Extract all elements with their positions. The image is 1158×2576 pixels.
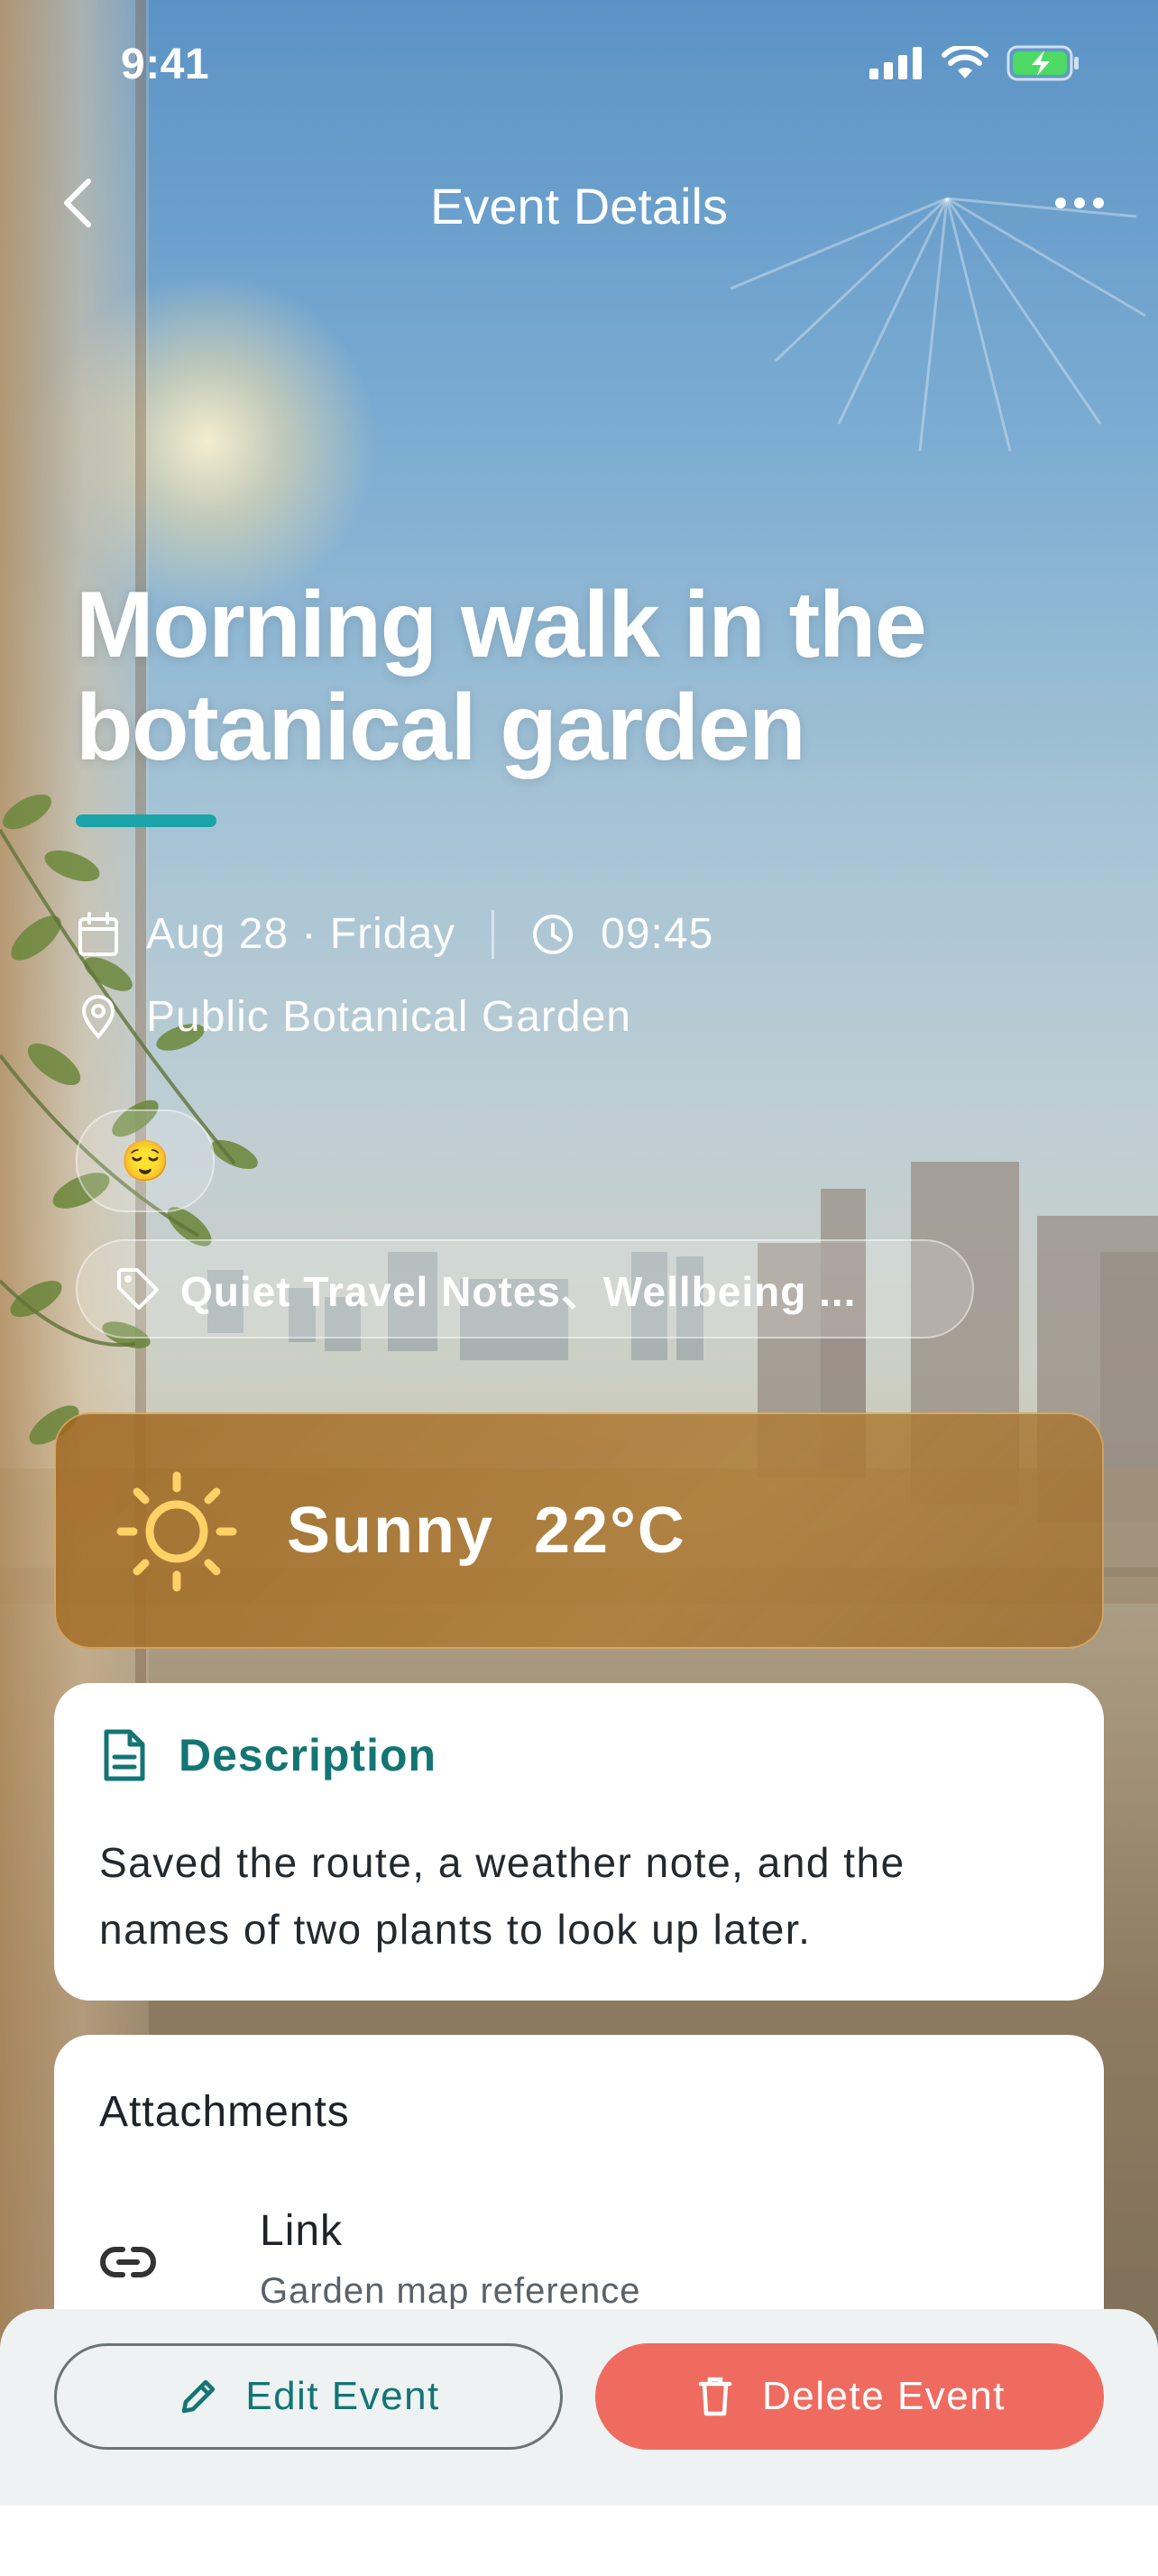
more-icon[interactable] <box>1048 180 1111 225</box>
weather-card: Sunny 22°C <box>54 1412 1104 1649</box>
tag-icon <box>117 1268 159 1310</box>
trash-icon <box>694 2375 737 2418</box>
description-text: Saved the route, a weather note, and the… <box>99 1839 905 1953</box>
event-location-row: Public Botanical Garden <box>76 992 631 1042</box>
title-accent-bar <box>76 814 216 827</box>
tags-pill[interactable]: Quiet Travel Notes、Wellbeing ... <box>76 1239 974 1339</box>
link-icon <box>100 2247 156 2277</box>
wifi-icon <box>942 46 988 78</box>
location-pin-icon <box>76 994 121 1040</box>
event-date: Aug 28 · Friday <box>146 910 456 958</box>
nav-bar: Event Details <box>0 171 1158 235</box>
attachment-subtitle: Garden map reference <box>260 2271 641 2311</box>
status-icons <box>869 45 1080 81</box>
calendar-icon <box>76 911 121 957</box>
meta-separator <box>492 909 495 959</box>
edit-event-button[interactable]: Edit Event <box>54 2343 563 2450</box>
status-bar: 9:41 <box>0 40 1158 94</box>
delete-event-button[interactable]: Delete Event <box>595 2343 1104 2450</box>
attachment-item[interactable]: Link Garden map reference <box>99 2206 1055 2314</box>
event-location: Public Botanical Garden <box>146 993 631 1041</box>
bottom-action-bar: Edit Event Delete Event <box>0 2309 1158 2506</box>
attachment-type: Link <box>260 2207 344 2255</box>
pencil-icon <box>177 2375 220 2418</box>
nav-title: Event Details <box>430 178 728 235</box>
mood-pill[interactable]: 😌 <box>76 1109 215 1212</box>
signal-icon <box>869 47 922 79</box>
description-heading: Description <box>179 1730 437 1780</box>
event-datetime-row: Aug 28 · Friday 09:45 <box>76 909 713 959</box>
mood-emoji: 😌 <box>120 1139 170 1183</box>
weather-label: Sunny 22°C <box>287 1495 686 1567</box>
battery-icon <box>1006 45 1079 81</box>
sun-icon <box>116 1471 237 1592</box>
clock-icon <box>530 912 575 957</box>
status-time: 9:41 <box>121 41 210 88</box>
edit-event-label: Edit Event <box>245 2374 440 2418</box>
event-time: 09:45 <box>601 910 714 958</box>
delete-event-label: Delete Event <box>762 2374 1006 2418</box>
description-header: Description <box>101 1728 437 1782</box>
document-icon <box>104 1729 145 1781</box>
event-title: Morning walk in the botanical garden <box>76 573 927 780</box>
attachments-heading: Attachments <box>99 2088 350 2136</box>
description-card: Description Saved the route, a weather n… <box>54 1683 1104 2001</box>
tags-text: Quiet Travel Notes、Wellbeing ... <box>180 1268 857 1315</box>
